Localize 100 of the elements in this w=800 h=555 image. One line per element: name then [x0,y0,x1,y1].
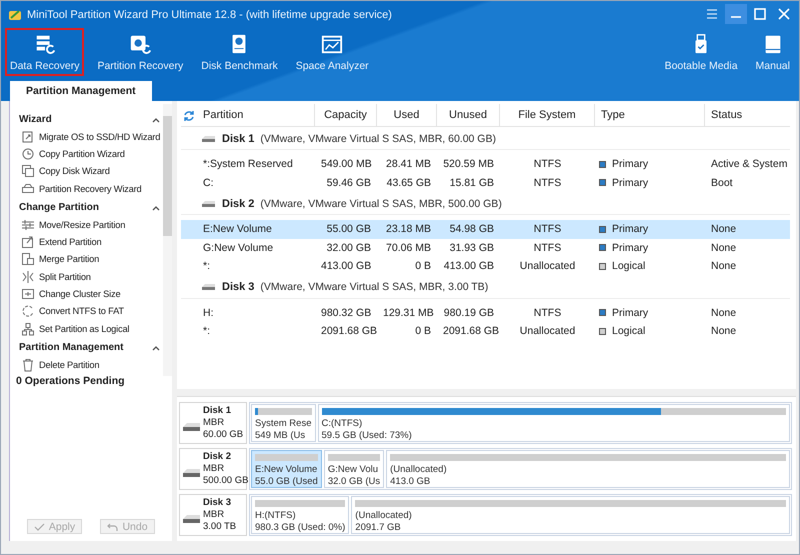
column-header[interactable]: File System [500,104,595,127]
sidebar-item[interactable]: Change Cluster Size [19,285,160,303]
sidebar-item[interactable]: Delete Partition [19,356,160,373]
sidebar-item[interactable]: Split Partition [19,268,160,286]
sidebar-item[interactable]: Partition Recovery Wizard [19,180,160,198]
sidebar-item[interactable]: Set Partition as Logical [19,320,160,338]
table-cell-text: NTFS [532,306,562,319]
toolbar-button[interactable]: Manual [750,28,795,76]
sidebar-item[interactable]: Copy Partition Wizard [19,145,160,163]
disk-name: Disk 3 [222,281,254,293]
collapse-caret-icon[interactable] [152,116,160,122]
table-cell-text: 2091.68 GB [442,325,500,338]
minimize-icon[interactable] [725,4,747,24]
disk-details: (VMware, VMware Virtual S SAS, MBR, 500.00 GB) [260,198,502,210]
scrollbar[interactable] [163,104,172,376]
table-cell-text: 520.59 MB [442,158,495,170]
column-header[interactable]: Status [705,104,790,127]
partition-row[interactable]: H: 980.32 GB 129.31 MB 980.19 GB NTFS Primary None [181,304,790,322]
table-cell-text: 0 B [414,260,432,272]
table-cell-text: Unallocated [518,260,576,272]
sidebar-item[interactable]: Copy Disk Wizard [19,162,160,180]
partition-row[interactable]: *:System Reserved 549.00 MB 28.41 MB 520.59 MB NTFS Primary Active & System [181,155,790,174]
table-cell-text: Boot [710,176,734,189]
toolbar-button[interactable]: Disk Benchmark [196,28,283,76]
partition-label: G:New Volu [328,464,380,476]
toolbar-button[interactable]: Partition Recovery [92,28,188,76]
toolbar-button[interactable]: Data Recovery [5,28,84,76]
disk-drive-icon [201,200,216,208]
collapse-caret-icon[interactable] [152,344,160,351]
disk-scheme: MBR [203,509,226,521]
partition-row[interactable]: *: 2091.68 GB 0 B 2091.68 GB Unallocated Logical None [181,322,790,340]
collapse-caret-icon[interactable] [152,204,160,211]
partition-size: 59.5 GB (Used: 73%) [322,430,413,442]
partition-block[interactable]: C:(NTFS) 59.5 GB (Used: 73%) [318,404,790,442]
app-logo-icon [8,8,22,22]
column-header[interactable]: Partition [197,104,315,127]
table-cell-text: None [710,306,738,319]
table-cell-text: 15.81 GB [448,176,495,189]
disk-info-panel[interactable]: Disk 3 MBR 3.00 TB [179,494,247,536]
table-cell-text: NTFS [532,242,562,254]
sidebar-item[interactable]: Merge Partition [19,250,160,268]
table-cell-text: *:System Reserved [202,158,294,170]
partition-block[interactable]: E:New Volume 55.0 GB (Used [251,450,322,488]
column-header[interactable]: Capacity [315,104,377,127]
partition-row[interactable]: G:New Volume 32.00 GB 70.06 MB 31.93 GB NTFS Primary None [181,238,790,257]
section-title: Wizard [19,114,52,125]
partition-label: (Unallocated) [355,510,413,522]
partition-block[interactable]: System Rese 549 MB (Us [251,404,316,442]
partition-row[interactable]: *: 413.00 GB 0 B 413.00 GB Unallocated Logical None [181,257,790,276]
table-cell-text: 23.18 MB [385,223,432,236]
section-title: Change Partition [19,202,100,214]
section-title: Partition Management [19,342,124,354]
table-cell-text: 70.06 MB [385,242,432,254]
disk-drive-icon [201,283,216,291]
partition-row[interactable]: E:New Volume 55.00 GB 23.18 MB 54.98 GB NTFS Primary None [181,220,790,238]
disk-drive-icon [182,468,200,478]
table-cell: Logical [612,325,646,338]
sidebar-item[interactable]: Extend Partition [19,233,160,251]
partition-block[interactable]: H:(NTFS) 980.3 GB (Used: 0%) [251,496,350,534]
table-cell-text: 54.98 GB [448,223,495,236]
table-cell-text: 413.00 GB [442,260,495,272]
disk-info-panel[interactable]: Disk 1 MBR 60.00 GB [179,402,247,444]
column-header[interactable]: Unused [437,104,500,127]
table-cell-text: 413.00 GB [320,260,372,272]
table-cell: Primary [612,306,648,319]
trash-icon [21,358,35,372]
table-cell-text: NTFS [532,176,562,189]
disk-drive-icon [182,514,200,524]
sidebar-item[interactable]: Migrate OS to SSD/HD Wizard [19,128,160,146]
table-cell-text: G:New Volume [202,242,274,254]
table-cell: Primary [612,176,648,189]
disk-drive-icon [182,422,200,432]
table-cell-text: None [710,242,738,254]
pending-count: 0 Operations Pending [15,375,126,387]
partition-label: E:New Volume [255,464,318,476]
window-title: MiniTool Partition Wizard Pro Ultimate 12.8 - (with lifetime upgrade service) [27,8,393,20]
disk-name: Disk 1 [203,405,232,417]
table-cell-text: 55.00 GB [326,223,372,236]
sidebar-item[interactable]: Convert NTFS to FAT [19,302,160,320]
partition-block[interactable]: G:New Volu 32.0 GB (Us [324,450,384,488]
clock-icon [21,146,35,161]
table-cell-text: 31.93 GB [448,242,495,254]
disk-drive-icon [201,134,216,142]
table-cell-text: 980.19 GB [442,306,495,319]
toolbar-button[interactable]: Bootable Media [660,28,743,76]
disk-info-panel[interactable]: Disk 2 MBR 500.00 GB [179,448,247,490]
partition-block[interactable]: (Unallocated) 413.0 GB [386,450,790,488]
table-cell-text: 43.65 GB [386,176,432,189]
toolbar-button[interactable]: Space Analyzer [290,28,374,76]
partition-block[interactable]: (Unallocated) 2091.7 GB [351,496,790,534]
partition-size: 55.0 GB (Used [255,476,318,488]
tab[interactable]: Partition Management [10,81,152,101]
sidebar-item[interactable]: Move/Resize Partition [19,216,160,234]
table-cell-text: None [710,325,738,338]
table-cell-text: 28.41 MB [385,158,432,170]
column-header[interactable]: Used [377,104,437,127]
disk-name: Disk 2 [222,198,254,210]
merge-icon [21,252,35,266]
column-header[interactable]: Type [595,104,705,127]
partition-row[interactable]: C: 59.46 GB 43.65 GB 15.81 GB NTFS Primary Boot [181,174,790,192]
